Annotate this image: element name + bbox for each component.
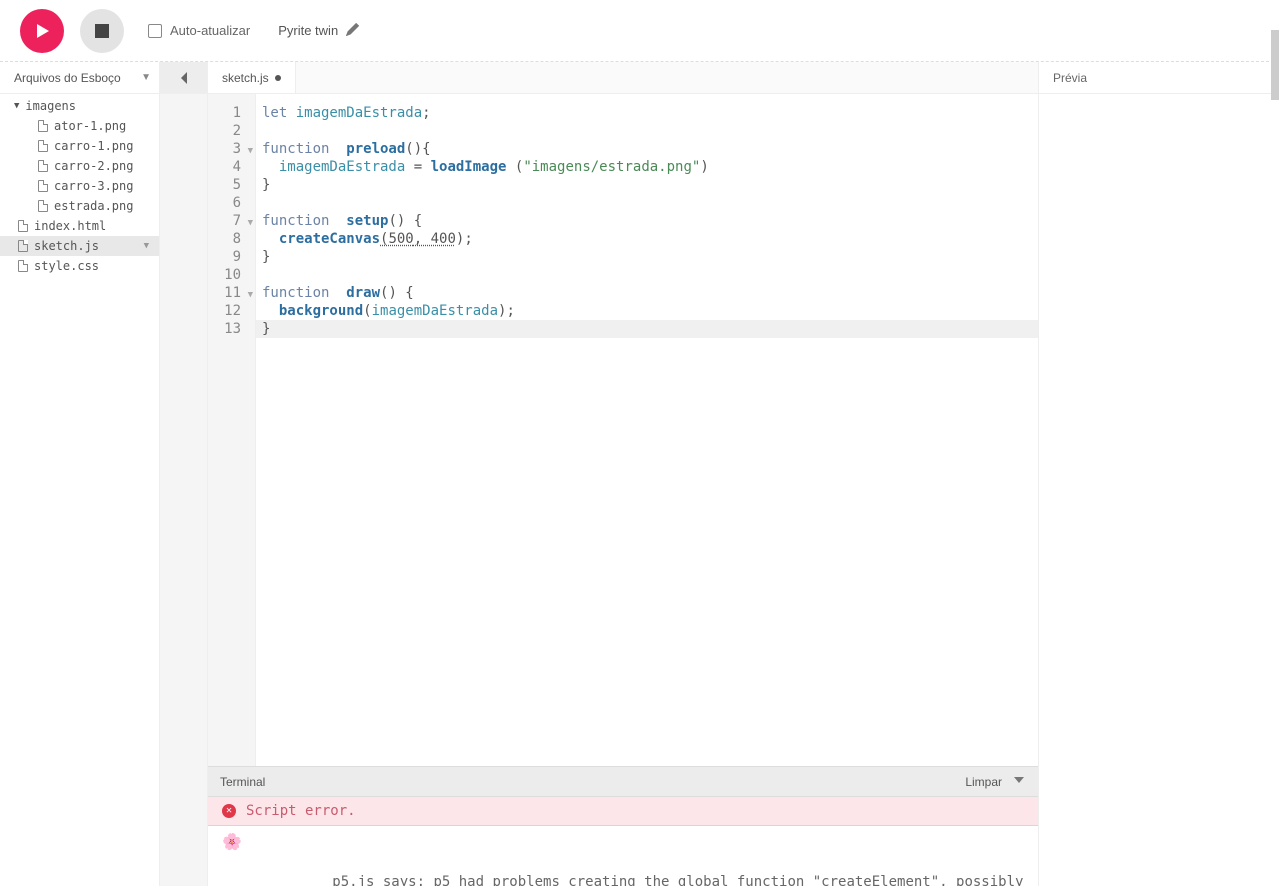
unsaved-dot-icon	[275, 75, 281, 81]
console-header: Terminal Limpar	[208, 767, 1038, 797]
preview-title: Prévia	[1053, 71, 1087, 85]
auto-refresh-toggle[interactable]: Auto-atualizar	[148, 23, 250, 38]
project-name-text: Pyrite twin	[278, 23, 338, 38]
file-label: ator-1.png	[54, 119, 126, 133]
file-carro-3-png[interactable]: carro-3.png	[0, 176, 159, 196]
file-label: carro-1.png	[54, 139, 133, 153]
chevron-down-icon[interactable]: ▼	[144, 241, 149, 251]
file-icon	[18, 260, 28, 272]
checkbox-icon[interactable]	[148, 24, 162, 38]
console-clear-button[interactable]: Limpar	[965, 775, 1002, 789]
collapse-strip	[160, 62, 208, 886]
auto-refresh-label: Auto-atualizar	[170, 23, 250, 38]
file-sidebar: Arquivos do Esboço ▼ ▼ imagens ator-1.pn…	[0, 62, 160, 886]
file-icon	[18, 240, 28, 252]
file-tree: ▼ imagens ator-1.png carro-1.png carro-2.p…	[0, 94, 159, 276]
play-button[interactable]	[20, 9, 64, 53]
tab-bar: sketch.js	[208, 62, 1038, 94]
console-panel: Terminal Limpar ✕ Script error. 🌸 p5.js …	[208, 766, 1038, 886]
main-area: Arquivos do Esboço ▼ ▼ imagens ator-1.pn…	[0, 62, 1279, 886]
file-label: index.html	[34, 219, 106, 233]
file-icon	[38, 200, 48, 212]
file-estrada-png[interactable]: estrada.png	[0, 196, 159, 216]
file-carro-1-png[interactable]: carro-1.png	[0, 136, 159, 156]
project-name[interactable]: Pyrite twin	[278, 23, 359, 39]
code-editor[interactable]: 123▼4567▼891011▼1213 let imagemDaEstrada…	[208, 94, 1038, 766]
console-title: Terminal	[220, 775, 265, 789]
file-icon	[38, 140, 48, 152]
stop-button[interactable]	[80, 9, 124, 53]
folder-arrow-icon: ▼	[14, 101, 19, 111]
editor-column: sketch.js 123▼4567▼891011▼1213 let image…	[208, 62, 1039, 886]
stop-icon	[95, 24, 109, 38]
flower-icon: 🌸	[222, 832, 242, 852]
chevron-down-icon: ▼	[141, 72, 151, 83]
tab-sketch-js[interactable]: sketch.js	[208, 62, 296, 93]
console-error-row: ✕ Script error.	[208, 797, 1038, 826]
pencil-icon[interactable]	[346, 23, 359, 39]
file-label: sketch.js	[34, 239, 99, 253]
file-label: style.css	[34, 259, 99, 273]
file-index-html[interactable]: index.html	[0, 216, 159, 236]
folder-label: imagens	[25, 99, 76, 113]
chevron-left-icon	[179, 71, 189, 85]
toolbar: Auto-atualizar Pyrite twin	[0, 0, 1279, 62]
console-body[interactable]: ✕ Script error. 🌸 p5.js says: p5 had pro…	[208, 797, 1038, 886]
code-content[interactable]: let imagemDaEstrada;function preload(){ …	[256, 94, 1038, 766]
file-icon	[38, 120, 48, 132]
file-sketch-js[interactable]: sketch.js ▼	[0, 236, 159, 256]
error-icon: ✕	[222, 804, 236, 818]
tab-label: sketch.js	[222, 71, 269, 85]
line-gutter: 123▼4567▼891011▼1213	[208, 94, 256, 766]
preview-header: Prévia	[1039, 62, 1279, 94]
preview-panel: Prévia	[1039, 62, 1279, 886]
file-ator-1-png[interactable]: ator-1.png	[0, 116, 159, 136]
preview-canvas	[1039, 94, 1279, 886]
file-label: estrada.png	[54, 199, 133, 213]
chevron-down-icon[interactable]	[1012, 773, 1026, 790]
console-message-text: p5.js says: p5 had problems creating the…	[248, 874, 1032, 886]
file-label: carro-2.png	[54, 159, 133, 173]
play-icon	[34, 23, 50, 39]
collapse-sidebar-button[interactable]	[160, 62, 207, 94]
sidebar-title: Arquivos do Esboço	[14, 71, 121, 85]
scrollbar-thumb[interactable]	[1271, 30, 1279, 100]
console-error-text: Script error.	[246, 801, 356, 821]
file-style-css[interactable]: style.css	[0, 256, 159, 276]
file-icon	[38, 160, 48, 172]
sidebar-header[interactable]: Arquivos do Esboço ▼	[0, 62, 159, 94]
file-carro-2-png[interactable]: carro-2.png	[0, 156, 159, 176]
file-icon	[18, 220, 28, 232]
file-label: carro-3.png	[54, 179, 133, 193]
console-message-row: 🌸 p5.js says: p5 had problems creating t…	[208, 826, 1038, 886]
file-icon	[38, 180, 48, 192]
folder-imagens[interactable]: ▼ imagens	[0, 96, 159, 116]
